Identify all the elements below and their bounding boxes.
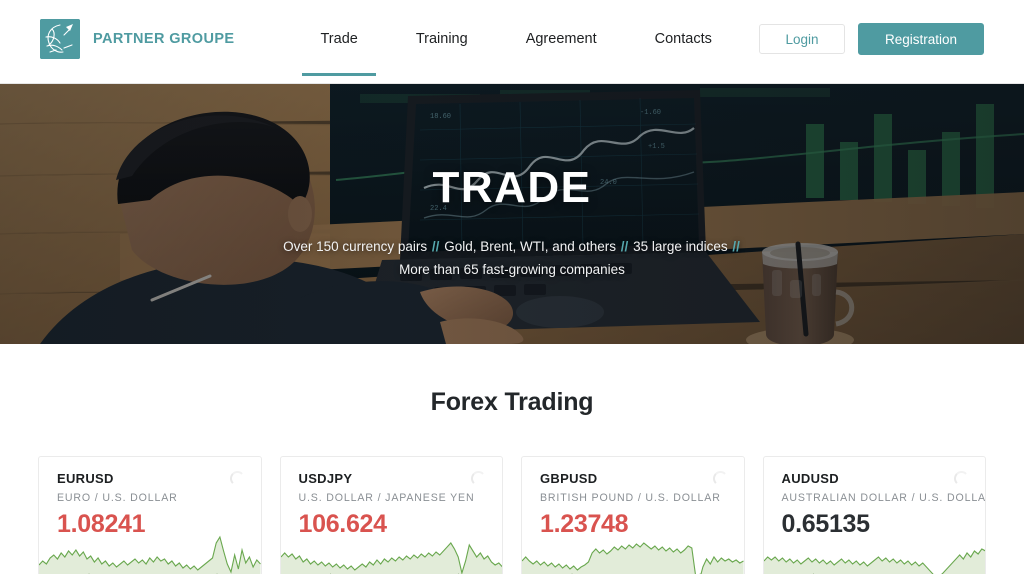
forex-card-audusd[interactable]: AUDUSD AUSTRALIAN DOLLAR / U.S. DOLLAR 0… xyxy=(762,456,986,574)
hero-title: TRADE xyxy=(432,163,592,212)
forex-card-list: EURUSD EURO / U.S. DOLLAR 1.08241 Jun Ju… xyxy=(0,456,1024,574)
main-nav: Trade Training Agreement Contacts xyxy=(302,25,712,76)
page-title: Forex Trading xyxy=(430,388,594,416)
hero-separator-2: // xyxy=(620,239,629,254)
hero-subtitle: Over 150 currency pairs // Gold, Brent, … xyxy=(277,236,747,281)
hero-subtitle-part-2: Gold, Brent, WTI, and others xyxy=(444,239,617,254)
nav-item-training[interactable]: Training xyxy=(416,25,468,53)
price-value: 1.08241 xyxy=(57,510,146,538)
currency-pair-name: EURO / U.S. DOLLAR xyxy=(57,492,178,504)
currency-pair-name: BRITISH POUND / U.S. DOLLAR xyxy=(540,492,721,504)
forex-card-usdjpy[interactable]: USDJPY U.S. DOLLAR / JAPANESE YEN 106.62… xyxy=(279,456,503,574)
brand-logo[interactable]: PARTNER GROUPE xyxy=(40,19,234,59)
currency-pair-name: U.S. DOLLAR / JAPANESE YEN xyxy=(298,492,475,504)
hero-separator-1: // xyxy=(431,239,440,254)
hero-subtitle-part-3: 35 large indices xyxy=(633,239,728,254)
brand-name: PARTNER GROUPE xyxy=(93,31,235,47)
ticker-symbol: EURUSD xyxy=(57,471,114,486)
price-value: 1.23748 xyxy=(540,510,629,538)
ticker-symbol: USDJPY xyxy=(298,471,353,486)
page-root: PARTNER GROUPE Trade Training Agreement … xyxy=(0,0,1024,574)
forex-card-eurusd[interactable]: EURUSD EURO / U.S. DOLLAR 1.08241 Jun Ju… xyxy=(38,456,262,574)
site-header: PARTNER GROUPE Trade Training Agreement … xyxy=(0,0,1024,84)
hero-separator-3: // xyxy=(732,239,740,254)
forex-card-gbpusd[interactable]: GBPUSD BRITISH POUND / U.S. DOLLAR 1.237… xyxy=(521,456,745,574)
price-value: 0.65135 xyxy=(781,510,871,538)
ticker-symbol: GBPUSD xyxy=(540,471,598,486)
registration-button[interactable]: Registration xyxy=(858,23,984,55)
nav-item-trade[interactable]: Trade xyxy=(302,25,377,76)
ticker-symbol: AUDUSD xyxy=(781,471,839,486)
abstract-globe-plane-logo-icon xyxy=(40,19,80,59)
forex-trading-section: Forex Trading EURUSD EURO / U.S. DOLLAR … xyxy=(0,344,1024,574)
hero-subtitle-part-4: More than 65 fast-growing companies xyxy=(399,261,625,277)
hero-subtitle-part-1: Over 150 currency pairs xyxy=(283,239,428,254)
nav-item-agreement[interactable]: Agreement xyxy=(526,25,597,53)
hero-banner: 18.60 22.4 -1.60 +1.5 24.0 xyxy=(0,84,1024,344)
login-button[interactable]: Login xyxy=(759,24,845,54)
auth-actions: Login Registration xyxy=(759,23,984,55)
hero-content: TRADE Over 150 currency pairs // Gold, B… xyxy=(0,84,1024,344)
nav-item-contacts[interactable]: Contacts xyxy=(655,25,712,53)
price-value: 106.624 xyxy=(298,510,388,538)
currency-pair-name: AUSTRALIAN DOLLAR / U.S. DOLLAR xyxy=(781,492,986,504)
